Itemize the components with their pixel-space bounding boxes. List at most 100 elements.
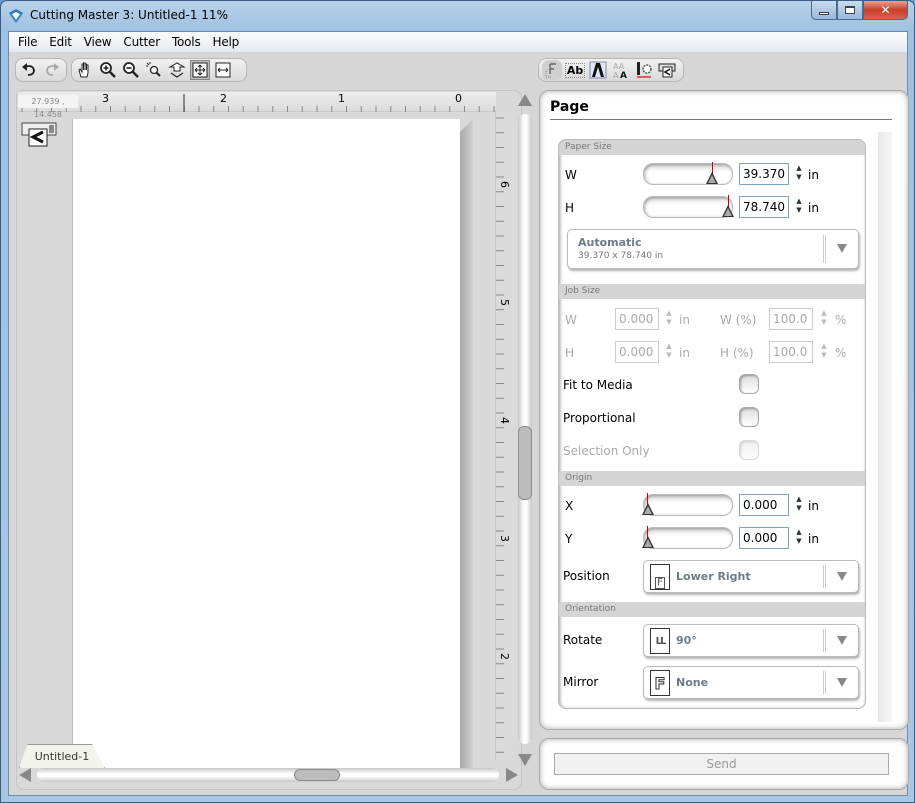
origin-y-slider[interactable]	[642, 526, 733, 549]
scroll-left-icon[interactable]	[19, 768, 31, 782]
document-page[interactable]	[72, 119, 460, 774]
horizontal-ruler: 3 2 1 0	[18, 92, 496, 112]
hruler-ticks	[21, 94, 495, 112]
fit-to-media-checkbox[interactable]	[739, 374, 759, 394]
vertical-scroll-thumb[interactable]	[518, 426, 532, 500]
vruler-label-6: 6	[498, 181, 511, 188]
proportional-checkbox[interactable]	[739, 407, 759, 427]
section-origin: Origin	[559, 471, 865, 486]
slider-handle-icon[interactable]	[642, 536, 654, 548]
selection-only-checkbox[interactable]	[739, 440, 759, 460]
send-button[interactable]: Send	[554, 753, 889, 775]
app-window: Cutting Master 3: Untitled-1 11% ✕ File …	[0, 0, 915, 803]
job-height-spinner[interactable]: ▲ ▼	[664, 342, 674, 362]
vruler-ticks	[496, 117, 504, 753]
position-dropdown[interactable]: F Lower Right	[643, 560, 859, 593]
vertical-scrollbar[interactable]	[516, 92, 534, 772]
close-button[interactable]: ✕	[863, 1, 908, 20]
zoom-in-icon	[100, 62, 116, 78]
maximize-button[interactable]	[837, 1, 863, 20]
chevron-down-icon[interactable]	[837, 636, 847, 645]
paper-height-label: H	[565, 201, 575, 215]
job-height-pct-input[interactable]: 100.0	[769, 341, 813, 363]
job-height-pct-unit: %	[835, 346, 847, 360]
font-size-button[interactable]: AA A A	[611, 60, 631, 80]
paper-width-input[interactable]: 39.370	[739, 163, 789, 185]
slider-handle-icon[interactable]	[706, 172, 718, 184]
job-height-input[interactable]: 0.000	[615, 341, 659, 363]
mirror-none-icon: F	[650, 670, 670, 696]
job-width-unit: in	[679, 313, 690, 327]
zoom-page-button[interactable]	[167, 60, 187, 80]
fit-all-icon	[192, 62, 208, 78]
horizontal-scroll-thumb[interactable]	[294, 769, 340, 781]
text-button[interactable]: Ab	[564, 60, 586, 80]
menu-help[interactable]: Help	[207, 35, 246, 49]
origin-x-input[interactable]: 0.000	[739, 494, 789, 516]
paper-height-unit: in	[808, 201, 819, 215]
chevron-down-icon[interactable]	[837, 244, 847, 253]
job-width-spinner[interactable]: ▲ ▼	[664, 309, 674, 329]
job-width-input[interactable]: 0.000	[615, 308, 659, 330]
menu-edit[interactable]: Edit	[43, 35, 77, 49]
panel-toolbar: Ab AA A A	[538, 58, 684, 82]
cutter-device-icon[interactable]	[21, 121, 57, 147]
fit-width-button[interactable]	[213, 60, 233, 80]
document-tab[interactable]: Untitled-1	[19, 744, 105, 768]
scroll-up-icon[interactable]	[518, 94, 532, 106]
paper-width-slider[interactable]	[643, 162, 733, 185]
job-height-unit: in	[679, 346, 690, 360]
horizontal-scrollbar[interactable]	[19, 767, 519, 783]
rotate-dropdown[interactable]: LL 90°	[643, 624, 859, 657]
page-setup-icon	[545, 63, 556, 78]
paper-width-label: W	[565, 168, 577, 182]
job-width-pct-input[interactable]: 100.0	[769, 308, 813, 330]
origin-x-slider[interactable]	[642, 493, 733, 516]
cutter-settings-button[interactable]	[634, 60, 654, 80]
send-panel: Send	[539, 738, 909, 790]
origin-y-input[interactable]: 0.000	[739, 527, 789, 549]
origin-y-spinner[interactable]: ▲ ▼	[794, 528, 804, 548]
horizontal-scroll-track[interactable]	[37, 768, 499, 782]
paper-preset-detail: 39.370 x 78.740 in	[578, 251, 664, 261]
pan-button[interactable]	[75, 60, 95, 80]
job-width-label: W	[565, 313, 577, 327]
job-width-pct-spinner[interactable]: ▲ ▼	[819, 309, 829, 329]
vruler-label-3: 3	[498, 535, 511, 542]
fit-width-icon	[215, 62, 231, 78]
menu-cutter[interactable]: Cutter	[117, 35, 166, 49]
paper-height-slider[interactable]	[643, 195, 734, 218]
job-height-pct-spinner[interactable]: ▲ ▼	[819, 342, 829, 362]
rotate-value: 90°	[676, 634, 697, 647]
paper-width-spinner[interactable]: ▲ ▼	[794, 164, 804, 184]
slider-handle-icon[interactable]	[642, 503, 654, 515]
lower-right-position-icon: F	[650, 564, 670, 590]
minimize-button[interactable]	[811, 1, 837, 20]
scroll-right-icon[interactable]	[506, 768, 518, 782]
zoom-out-button[interactable]	[121, 60, 141, 80]
panel-scrollbar[interactable]	[878, 132, 892, 722]
cutter-button[interactable]	[657, 60, 677, 80]
chevron-down-icon[interactable]	[837, 678, 847, 687]
origin-x-spinner[interactable]: ▲ ▼	[794, 495, 804, 515]
scroll-down-icon[interactable]	[518, 754, 532, 766]
zoom-out-icon	[123, 62, 139, 78]
paper-preset-dropdown[interactable]: Automatic 39.370 x 78.740 in	[567, 229, 859, 269]
redo-button[interactable]	[42, 60, 62, 80]
zoom-selection-button[interactable]	[144, 60, 164, 80]
zoom-in-button[interactable]	[98, 60, 118, 80]
menu-view[interactable]: View	[78, 35, 118, 49]
fit-all-button[interactable]	[190, 60, 210, 80]
slider-handle-icon[interactable]	[722, 205, 734, 217]
cutter-settings-icon	[637, 62, 652, 78]
mirror-dropdown[interactable]: F None	[643, 666, 859, 699]
menu-file[interactable]: File	[12, 35, 43, 49]
paper-height-input[interactable]: 78.740	[739, 196, 789, 218]
undo-button[interactable]	[19, 60, 39, 80]
dropdown-separator	[823, 565, 826, 588]
menu-tools[interactable]: Tools	[166, 35, 207, 49]
page-setup-button[interactable]	[542, 60, 562, 80]
chevron-down-icon[interactable]	[837, 572, 847, 581]
paper-height-spinner[interactable]: ▲ ▼	[794, 197, 804, 217]
font-outline-button[interactable]	[588, 60, 608, 80]
